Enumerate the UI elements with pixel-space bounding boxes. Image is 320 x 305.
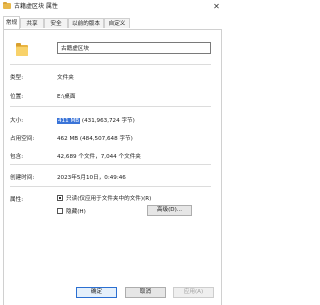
title-bar: 古籍虚区块 属性 ✕ xyxy=(0,0,225,14)
attributes-label: 属性: xyxy=(10,197,24,203)
created-label: 创建时间: xyxy=(10,175,35,181)
apply-button[interactable]: 应用(A) xyxy=(173,287,214,298)
cancel-button[interactable]: 取消 xyxy=(125,287,166,298)
folder-name-input[interactable] xyxy=(57,42,211,54)
size-selection[interactable]: 411 MB xyxy=(57,118,81,124)
location-value: E:\桌面 xyxy=(57,94,76,100)
advanced-button[interactable]: 高级(D)... xyxy=(147,205,192,216)
general-panel xyxy=(3,29,222,305)
tab-security[interactable]: 安全 xyxy=(44,18,68,28)
divider xyxy=(10,164,211,165)
close-icon[interactable]: ✕ xyxy=(211,1,222,12)
type-value: 文件夹 xyxy=(57,75,74,81)
folder-icon xyxy=(16,43,28,56)
tab-previous-versions[interactable]: 以前的版本 xyxy=(68,18,104,28)
size-value: 411 MB (431,963,724 字节) xyxy=(57,116,135,124)
ok-button[interactable]: 确定 xyxy=(76,287,117,298)
created-value: 2023年5月10日，0:49:46 xyxy=(57,175,126,181)
hidden-checkbox[interactable] xyxy=(57,208,63,214)
window-title: 古籍虚区块 属性 xyxy=(14,3,58,10)
divider xyxy=(10,186,211,187)
divider xyxy=(10,106,211,107)
folder-icon xyxy=(3,1,11,9)
readonly-checkbox[interactable] xyxy=(57,195,63,201)
readonly-label[interactable]: 只读(仅应用于文件夹中的文件)(R) xyxy=(66,194,151,202)
tab-sharing[interactable]: 共享 xyxy=(20,18,44,28)
size-label: 大小: xyxy=(10,118,24,124)
tab-general[interactable]: 常规 xyxy=(3,16,20,29)
divider xyxy=(10,64,211,65)
tab-customize[interactable]: 自定义 xyxy=(104,18,130,28)
size-bytes: (431,963,724 字节) xyxy=(80,118,135,124)
contains-label: 包含: xyxy=(10,154,24,160)
location-label: 位置: xyxy=(10,94,24,100)
type-label: 类型: xyxy=(10,75,24,81)
size-on-disk-value: 462 MB (484,507,648 字节) xyxy=(57,136,133,142)
size-on-disk-label: 占用空间: xyxy=(10,136,35,142)
tab-strip: 常规 共享 安全 以前的版本 自定义 xyxy=(3,16,223,29)
hidden-label[interactable]: 隐藏(H) xyxy=(66,207,86,215)
contains-value: 42,689 个文件，7,044 个文件夹 xyxy=(57,154,141,160)
